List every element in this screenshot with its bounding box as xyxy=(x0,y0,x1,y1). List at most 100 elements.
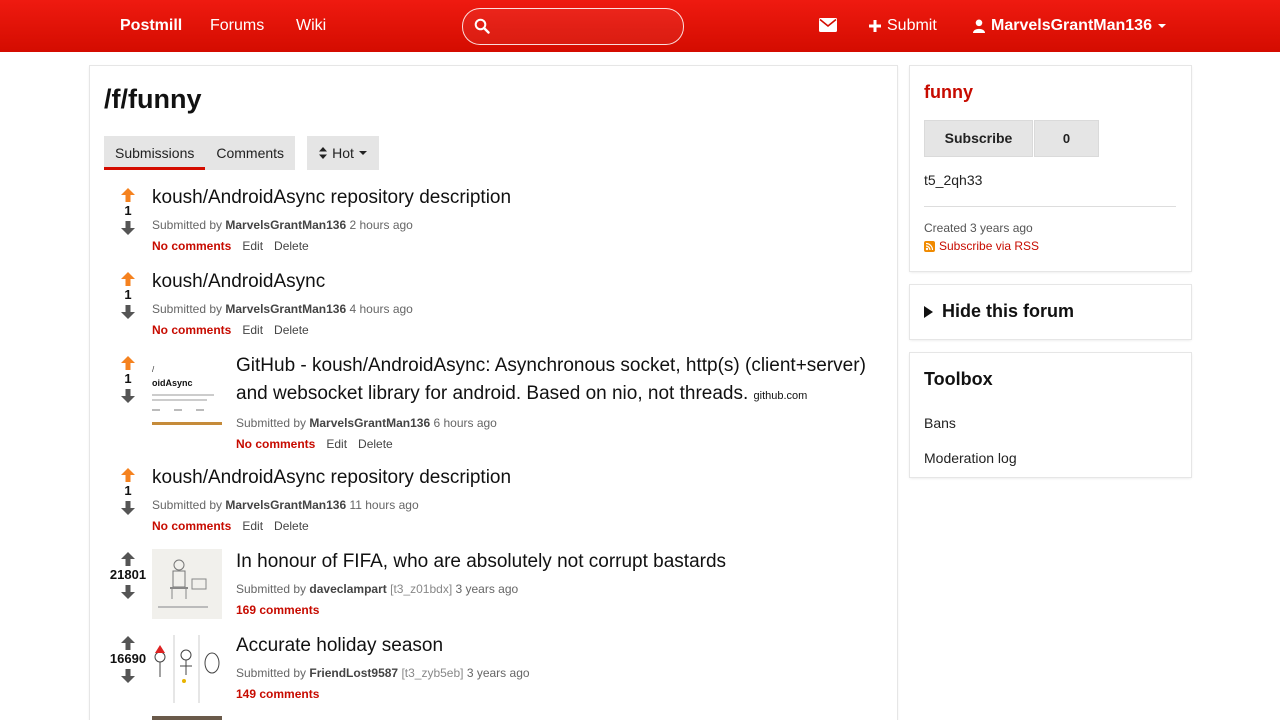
submitted-by-label: Submitted by xyxy=(236,666,307,680)
rss-link[interactable]: Subscribe via RSS xyxy=(924,239,1039,253)
submission-time: 3 years ago xyxy=(466,666,530,680)
author-link[interactable]: MarvelsGrantMan136 xyxy=(225,498,346,512)
downvote-arrow-icon[interactable] xyxy=(121,585,135,599)
upvote-arrow-icon[interactable] xyxy=(121,272,135,286)
hide-forum-box: Hide this forum xyxy=(910,285,1191,339)
delete-link[interactable]: Delete xyxy=(274,239,309,253)
vote-box: 21801 xyxy=(104,548,152,614)
edit-link[interactable]: Edit xyxy=(326,437,347,451)
tab-submissions[interactable]: Submissions xyxy=(104,136,206,170)
submission-actions: No comments Edit Delete xyxy=(152,321,872,339)
submission-body: GitHub - koush/AndroidAsync: Asynchronou… xyxy=(236,352,876,453)
upvote-arrow-icon[interactable] xyxy=(121,552,135,566)
submission-thumbnail[interactable]: / oidAsync xyxy=(152,356,222,426)
envelope-icon[interactable] xyxy=(819,17,837,33)
delete-link[interactable]: Delete xyxy=(274,519,309,533)
submitted-by-label: Submitted by xyxy=(152,498,223,512)
submission-title[interactable]: In honour of FIFA, who are absolutely no… xyxy=(236,548,876,576)
downvote-arrow-icon[interactable] xyxy=(121,389,135,403)
top-navbar: Postmill Forums Wiki Submit MarvelsGrant… xyxy=(0,0,1280,52)
edit-link[interactable]: Edit xyxy=(242,519,263,533)
subscriber-count: 0 xyxy=(1034,120,1099,157)
downvote-arrow-icon[interactable] xyxy=(121,221,135,235)
search-input[interactable] xyxy=(497,15,677,39)
submission-row: 1 / oidAsync GitHub - koush/AndroidAsync… xyxy=(104,352,884,451)
forum-name-link[interactable]: funny xyxy=(924,82,973,103)
vote-box: 1 xyxy=(104,268,152,334)
moderation-log-link[interactable]: Moderation log xyxy=(924,450,1017,466)
upvote-arrow-icon[interactable] xyxy=(121,636,135,650)
submission-actions: No comments Edit Delete xyxy=(236,435,876,453)
vote-box: 1 xyxy=(104,464,152,530)
bans-link[interactable]: Bans xyxy=(924,415,956,431)
submission-thumbnail[interactable] xyxy=(152,549,222,619)
edit-link[interactable]: Edit xyxy=(242,239,263,253)
submit-label: Submit xyxy=(887,17,937,34)
downvote-arrow-icon[interactable] xyxy=(121,305,135,319)
edit-link[interactable]: Edit xyxy=(242,323,263,337)
comments-link[interactable]: No comments xyxy=(152,323,231,337)
submission-body: koush/AndroidAsync repository descriptio… xyxy=(152,464,872,535)
author-link[interactable]: MarvelsGrantMan136 xyxy=(225,218,346,232)
submit-button[interactable]: Submit xyxy=(869,0,937,52)
vote-count: 16690 xyxy=(109,651,147,666)
username-label: MarvelsGrantMan136 xyxy=(991,17,1152,34)
delete-link[interactable]: Delete xyxy=(358,437,393,451)
submission-actions: No comments Edit Delete xyxy=(152,237,872,255)
tab-comments[interactable]: Comments xyxy=(205,136,295,170)
toolbox-box: Toolbox Bans Moderation log xyxy=(910,353,1191,477)
author-link[interactable]: MarvelsGrantMan136 xyxy=(225,302,346,316)
vote-count: 21801 xyxy=(109,567,147,582)
submission-meta: Submitted by MarvelsGrantMan136 11 hours… xyxy=(152,496,872,514)
user-menu-button[interactable]: MarvelsGrantMan136 xyxy=(973,0,1166,52)
submission-thumbnail[interactable] xyxy=(152,633,222,703)
chevron-down-icon xyxy=(358,151,367,155)
submission-body: Accurate holiday season Submitted by Fri… xyxy=(236,632,876,703)
submission-time: 2 hours ago xyxy=(349,218,413,232)
author-link[interactable]: FriendLost9587 xyxy=(309,666,398,680)
submission-title[interactable]: koush/AndroidAsync repository descriptio… xyxy=(152,464,872,492)
vote-count: 1 xyxy=(124,371,132,386)
submitted-by-label: Submitted by xyxy=(236,582,307,596)
sort-dropdown[interactable]: Hot xyxy=(307,136,379,170)
brand-link[interactable]: Postmill xyxy=(120,0,182,52)
submission-time: 6 hours ago xyxy=(433,416,497,430)
submission-title[interactable]: Accurate holiday season xyxy=(236,632,876,660)
comments-link[interactable]: No comments xyxy=(152,239,231,253)
subscribe-button[interactable]: Subscribe xyxy=(924,120,1033,157)
nav-wiki-link[interactable]: Wiki xyxy=(296,0,326,52)
search-box[interactable] xyxy=(462,8,684,45)
vote-box: 1 xyxy=(104,352,152,418)
comments-link[interactable]: No comments xyxy=(236,437,315,451)
upvote-arrow-icon[interactable] xyxy=(121,188,135,202)
view-tabs: Submissions Comments xyxy=(104,136,296,170)
upvote-arrow-icon[interactable] xyxy=(121,468,135,482)
upvote-arrow-icon[interactable] xyxy=(121,356,135,370)
disclosure-triangle-icon xyxy=(924,305,933,318)
comments-link[interactable]: No comments xyxy=(152,519,231,533)
submission-title[interactable]: koush/AndroidAsync xyxy=(152,268,872,296)
downvote-arrow-icon[interactable] xyxy=(121,501,135,515)
submission-title[interactable]: koush/AndroidAsync repository descriptio… xyxy=(152,184,872,212)
user-icon xyxy=(973,19,985,33)
hide-forum-toggle[interactable]: Hide this forum xyxy=(924,301,1074,322)
vote-count: 1 xyxy=(124,287,132,302)
forum-created: Created 3 years ago xyxy=(924,221,1033,235)
nav-forums-link[interactable]: Forums xyxy=(210,0,264,52)
svg-text:oidAsync: oidAsync xyxy=(152,378,193,388)
chevron-down-icon xyxy=(1157,24,1166,28)
downvote-arrow-icon[interactable] xyxy=(121,669,135,683)
forum-id: t5_2qh33 xyxy=(924,172,983,188)
submitted-by-label: Submitted by xyxy=(152,218,223,232)
sort-icon xyxy=(319,147,328,159)
comments-link[interactable]: 149 comments xyxy=(236,687,319,701)
delete-link[interactable]: Delete xyxy=(274,323,309,337)
submission-body: koush/AndroidAsync repository descriptio… xyxy=(152,184,872,255)
user-flair: [t3_z01bdx] xyxy=(390,582,453,596)
author-link[interactable]: MarvelsGrantMan136 xyxy=(309,416,430,430)
forum-info-box: funny Subscribe 0 t5_2qh33 Created 3 yea… xyxy=(910,66,1191,271)
author-link[interactable]: daveclampart xyxy=(309,582,386,596)
submission-meta: Submitted by MarvelsGrantMan136 2 hours … xyxy=(152,216,872,234)
comments-link[interactable]: 169 comments xyxy=(236,603,319,617)
submission-body: koush/AndroidAsync Submitted by MarvelsG… xyxy=(152,268,872,339)
